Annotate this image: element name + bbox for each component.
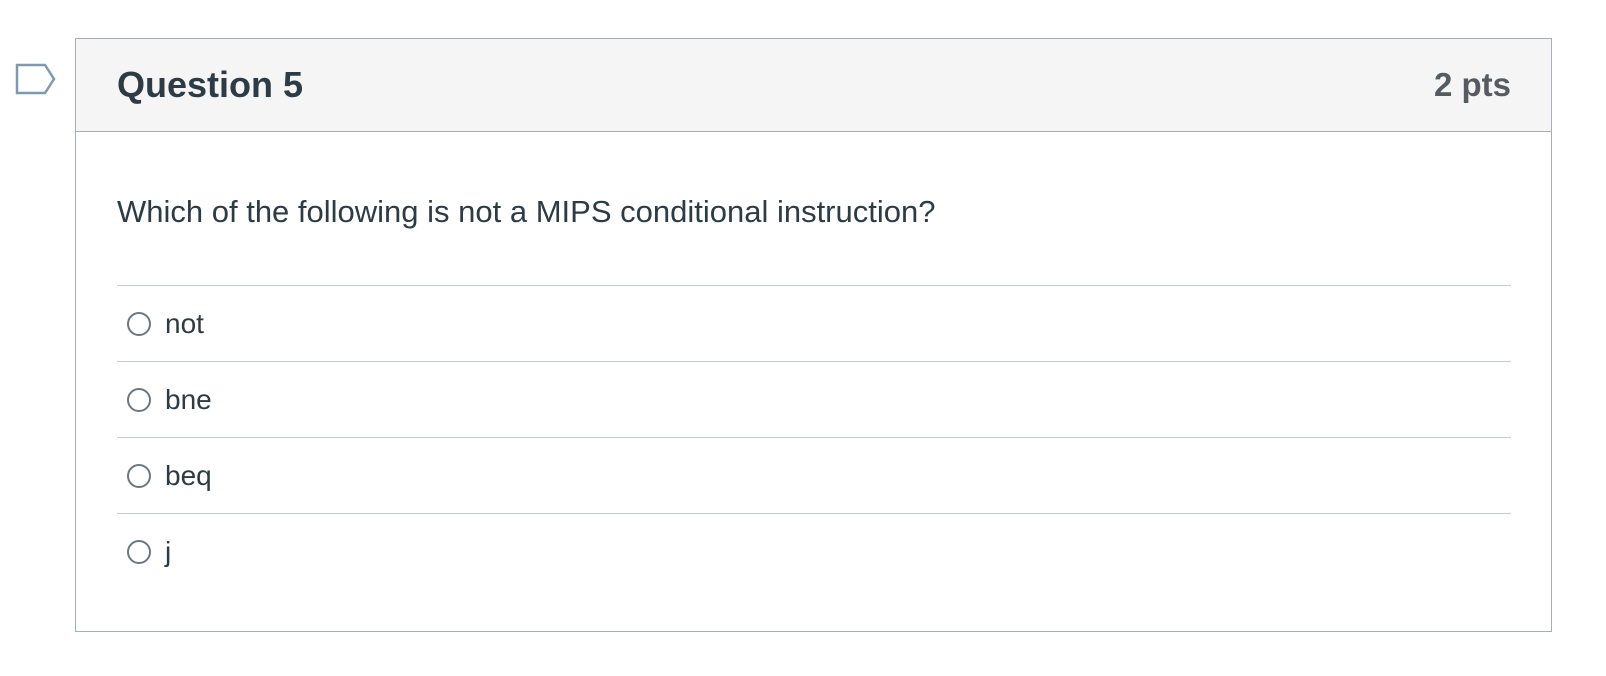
answer-label: beq [165, 459, 212, 491]
question-body: Which of the following is not a MIPS con… [76, 132, 1551, 589]
question-title: Question 5 [117, 64, 304, 105]
answer-label: bne [165, 383, 212, 415]
radio-button[interactable] [127, 539, 151, 564]
flag-question-icon[interactable] [15, 63, 57, 97]
quiz-page: Question 5 2 pts Which of the following … [0, 0, 1606, 676]
answer-option[interactable]: j [117, 513, 1511, 589]
question-header: Question 5 2 pts [76, 39, 1551, 132]
question-card: Question 5 2 pts Which of the following … [75, 38, 1552, 632]
answer-label: j [165, 535, 172, 567]
answer-option[interactable]: beq [117, 437, 1511, 513]
answer-list: not bne beq j [117, 285, 1511, 589]
radio-button[interactable] [127, 387, 151, 412]
answer-label: not [165, 307, 204, 339]
question-points: 2 pts [1433, 66, 1511, 103]
answer-option[interactable]: bne [117, 361, 1511, 437]
answer-option[interactable]: not [117, 285, 1511, 361]
radio-button[interactable] [127, 463, 151, 488]
question-text: Which of the following is not a MIPS con… [117, 194, 936, 229]
radio-button[interactable] [127, 311, 151, 336]
